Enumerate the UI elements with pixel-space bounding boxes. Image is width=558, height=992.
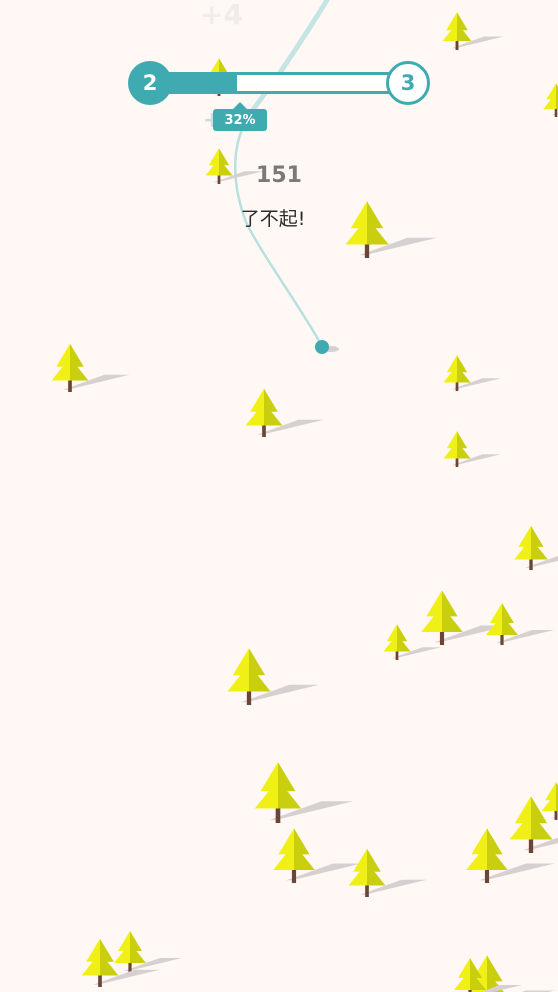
pine-tree-icon <box>273 828 362 883</box>
pine-tree-icon <box>348 848 427 897</box>
score-value: 151 <box>256 163 302 188</box>
pine-tree-icon <box>443 431 502 467</box>
slope-field <box>51 0 558 992</box>
game-scene[interactable]: +4 + 2 3 32% 151 了不起! <box>0 0 558 992</box>
pine-tree-icon <box>51 343 130 392</box>
pine-tree-icon <box>541 782 558 820</box>
progress-percent-tag: 32% <box>213 102 267 131</box>
pine-tree-icon <box>114 931 182 973</box>
praise-message: 了不起! <box>240 208 306 230</box>
pine-tree-icon <box>254 762 354 823</box>
progress-fill <box>161 75 238 91</box>
pine-tree-icon <box>227 648 320 705</box>
ghost-score-popup: +4 <box>200 0 243 31</box>
pine-tree-icon <box>543 83 558 117</box>
skier-ball[interactable] <box>315 340 329 354</box>
ski-trail <box>234 123 324 348</box>
next-level-badge: 3 <box>386 61 430 105</box>
progress-track <box>158 72 402 94</box>
current-level-badge: 2 <box>128 61 172 105</box>
pine-tree-icon <box>442 12 504 50</box>
pine-tree-icon <box>514 525 558 570</box>
pine-tree-icon <box>245 388 324 437</box>
level-progress: 2 3 <box>128 61 430 105</box>
pine-tree-icon <box>345 201 438 258</box>
tree-group <box>51 12 558 992</box>
pine-tree-icon <box>486 603 554 645</box>
pine-tree-icon <box>443 355 502 391</box>
